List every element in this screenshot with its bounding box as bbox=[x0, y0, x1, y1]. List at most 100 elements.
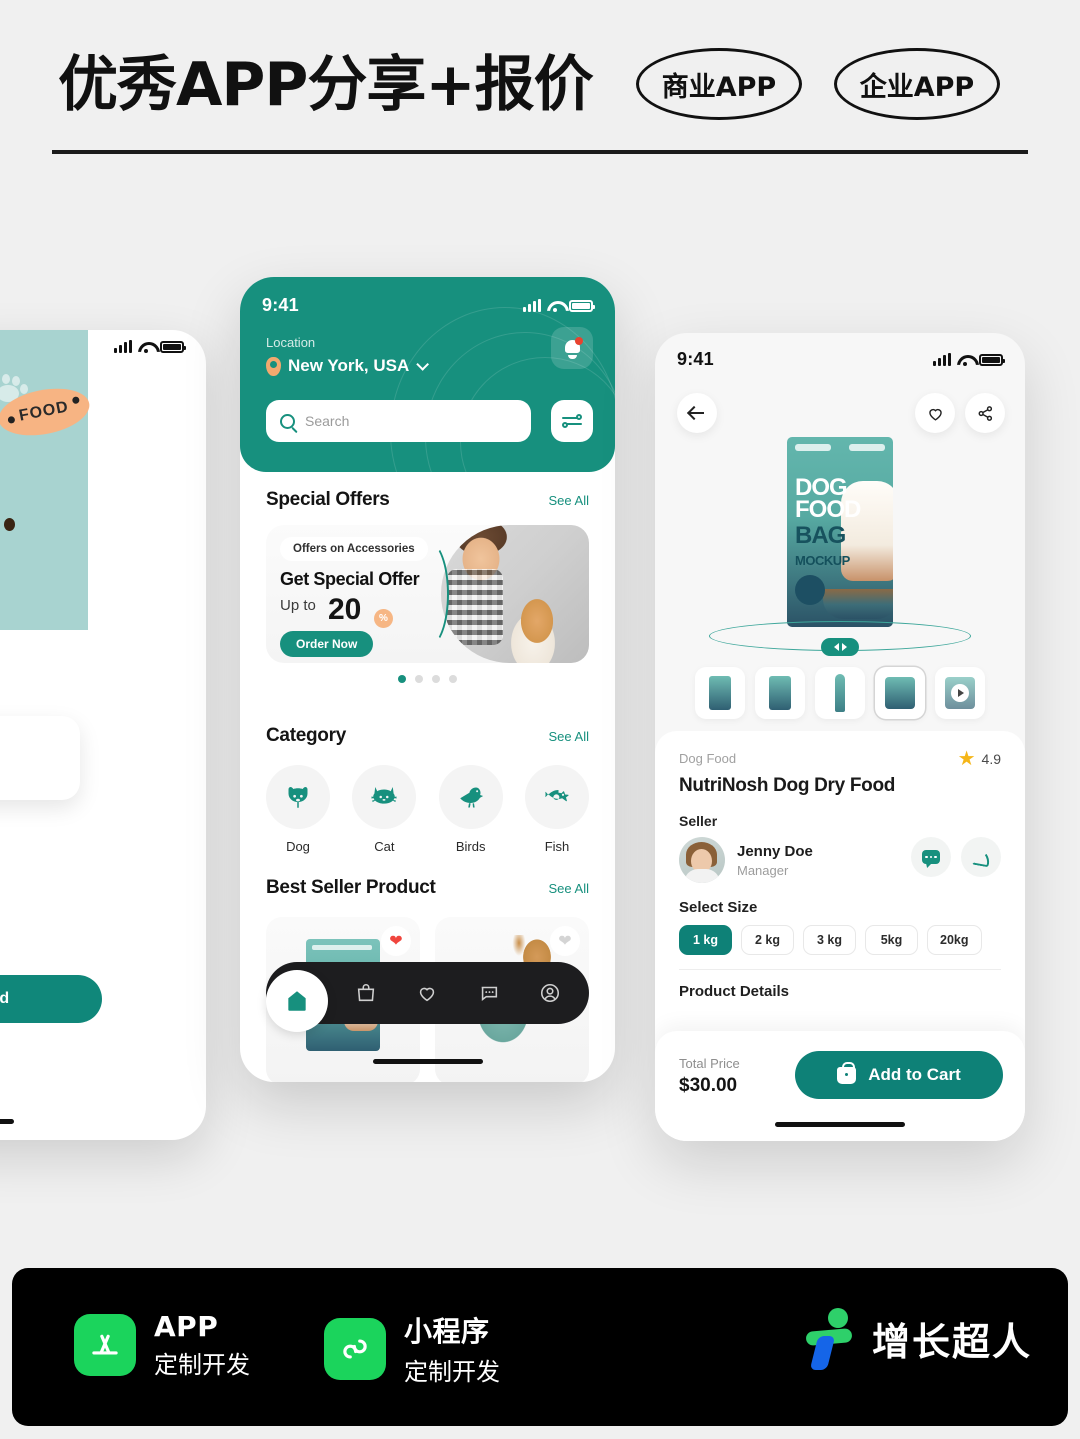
swipe-horizontal-icon[interactable] bbox=[821, 638, 859, 656]
offer-photo bbox=[441, 525, 589, 663]
add-to-cart-button[interactable]: Add to Cart bbox=[795, 1051, 1003, 1099]
share-button[interactable] bbox=[965, 393, 1005, 433]
badge-business-app-label: 商业APP bbox=[661, 71, 777, 103]
sheet-divider bbox=[679, 969, 1001, 970]
onboarding-copy: a World of Pet ccessories! r sit amet, c… bbox=[0, 826, 130, 945]
tab-profile[interactable] bbox=[530, 973, 570, 1013]
status-icons bbox=[523, 299, 595, 312]
heart-outline-icon: ❤ bbox=[558, 933, 572, 950]
carousel-dot[interactable] bbox=[398, 675, 406, 683]
rating-row: ★ 4.9 bbox=[0, 726, 66, 748]
user-circle-icon bbox=[541, 983, 560, 1003]
signin-row: n account? Sign In bbox=[0, 1042, 130, 1058]
thumbnail-angle[interactable] bbox=[755, 667, 805, 719]
rating-value: 4.9 bbox=[981, 751, 1001, 767]
bird-icon bbox=[438, 765, 503, 829]
special-offer-card[interactable]: Offers on Accessories Get Special Offer … bbox=[266, 525, 589, 663]
offer-amount: 20 bbox=[328, 593, 362, 626]
search-input[interactable]: Search bbox=[266, 400, 531, 442]
wifi-icon bbox=[957, 354, 973, 366]
category-list: Dog Cat Birds Fish bbox=[266, 765, 589, 854]
fish-icon bbox=[524, 765, 589, 829]
message-seller-button[interactable] bbox=[911, 837, 951, 877]
header-divider bbox=[52, 150, 1028, 154]
category-label: Dog bbox=[286, 839, 310, 854]
call-seller-button[interactable] bbox=[961, 837, 1001, 877]
heart-outline-icon bbox=[928, 408, 942, 421]
notifications-button[interactable] bbox=[551, 327, 593, 369]
home-indicator bbox=[0, 1119, 14, 1124]
category-item-birds[interactable]: Birds bbox=[438, 765, 503, 854]
footer-item-app: APP 定制开发 bbox=[74, 1310, 250, 1380]
battery-icon bbox=[569, 300, 595, 312]
size-options: 1 kg 2 kg 3 kg 5kg 20kg bbox=[679, 925, 1001, 955]
status-bar bbox=[46, 340, 206, 353]
onboarding-subtitle: r sit amet, consectetur eiusmod tempor i… bbox=[0, 903, 130, 945]
product-details-label: Product Details bbox=[679, 983, 790, 1000]
carousel-dots[interactable] bbox=[240, 675, 615, 683]
thumbnail-strip bbox=[695, 667, 985, 719]
footer-miniprogram-subtitle: 定制开发 bbox=[404, 1358, 500, 1386]
signal-bars-icon bbox=[114, 340, 132, 353]
category-item-fish[interactable]: Fish bbox=[524, 765, 589, 854]
category-item-cat[interactable]: Cat bbox=[352, 765, 417, 854]
section-title: Best Seller Product bbox=[266, 877, 436, 898]
select-size-label: Select Size bbox=[679, 899, 758, 916]
see-all-link[interactable]: See All bbox=[549, 493, 589, 508]
favorite-button[interactable]: ❤ bbox=[381, 926, 411, 956]
filter-button[interactable] bbox=[551, 400, 593, 442]
size-option-1kg[interactable]: 1 kg bbox=[679, 925, 732, 955]
thumbnail-front[interactable] bbox=[695, 667, 745, 719]
thumbnail-flat[interactable] bbox=[875, 667, 925, 719]
tab-chat[interactable] bbox=[469, 973, 509, 1013]
get-started-button[interactable]: Get Started bbox=[0, 975, 102, 1023]
size-option-3kg[interactable]: 3 kg bbox=[803, 925, 856, 955]
home-header: 9:41 Location New York, USA Search bbox=[240, 277, 615, 472]
add-to-cart-label: Add to Cart bbox=[868, 1065, 961, 1084]
phone-icon bbox=[971, 847, 991, 867]
offer-tag: Offers on Accessories bbox=[280, 537, 428, 561]
carousel-dot[interactable] bbox=[449, 675, 457, 683]
status-time: 9:41 bbox=[677, 349, 714, 369]
section-title: Category bbox=[266, 725, 346, 746]
category-label: Cat bbox=[374, 839, 395, 854]
wifi-icon bbox=[547, 300, 563, 312]
size-option-20kg[interactable]: 20kg bbox=[927, 925, 982, 955]
heart-filled-icon: ❤ bbox=[389, 933, 403, 950]
search-placeholder: Search bbox=[305, 413, 350, 429]
see-all-link[interactable]: See All bbox=[549, 881, 589, 896]
section-title: Special Offers bbox=[266, 489, 390, 510]
filter-sliders-icon bbox=[562, 414, 582, 428]
product-info-sheet: Dog Food ★ 4.9 NutriNosh Dog Dry Food Se… bbox=[655, 731, 1025, 1141]
hero-line-2: FOOD bbox=[795, 496, 861, 523]
tab-home-active[interactable] bbox=[266, 970, 328, 1032]
size-option-5kg[interactable]: 5kg bbox=[865, 925, 918, 955]
carousel-dot[interactable] bbox=[432, 675, 440, 683]
thumbnail-side[interactable] bbox=[815, 667, 865, 719]
favorite-button[interactable]: ❤ bbox=[550, 926, 580, 956]
category-item-dog[interactable]: Dog bbox=[266, 765, 330, 854]
badge-enterprise-app-label: 企业APP bbox=[859, 71, 975, 103]
product-category: Dog Food bbox=[679, 751, 737, 766]
page-title: 优秀APP分享+报价 bbox=[58, 50, 594, 120]
footer-app-title: APP bbox=[154, 1310, 219, 1343]
back-button[interactable] bbox=[677, 393, 717, 433]
hero-line-3: BAG bbox=[795, 522, 846, 549]
signal-bars-icon bbox=[933, 353, 951, 366]
tab-shop[interactable] bbox=[346, 973, 386, 1013]
order-now-button[interactable]: Order Now bbox=[280, 631, 374, 657]
cat-icon bbox=[352, 765, 417, 829]
star-icon: ★ bbox=[957, 748, 976, 770]
carousel-dot[interactable] bbox=[415, 675, 423, 683]
poster-footer: APP 定制开发 小程序 定制开发 增长超人 bbox=[12, 1268, 1068, 1426]
size-option-2kg[interactable]: 2 kg bbox=[741, 925, 794, 955]
status-time: 9:41 bbox=[262, 295, 299, 315]
favorite-button[interactable] bbox=[915, 393, 955, 433]
thumbnail-video[interactable] bbox=[935, 667, 985, 719]
see-all-link[interactable]: See All bbox=[549, 729, 589, 744]
avatar-group: + bbox=[0, 756, 66, 792]
location-selector[interactable]: Location New York, USA bbox=[266, 335, 430, 376]
bell-icon bbox=[564, 337, 583, 359]
heart-outline-icon bbox=[420, 987, 435, 1002]
tab-favorites[interactable] bbox=[407, 973, 447, 1013]
